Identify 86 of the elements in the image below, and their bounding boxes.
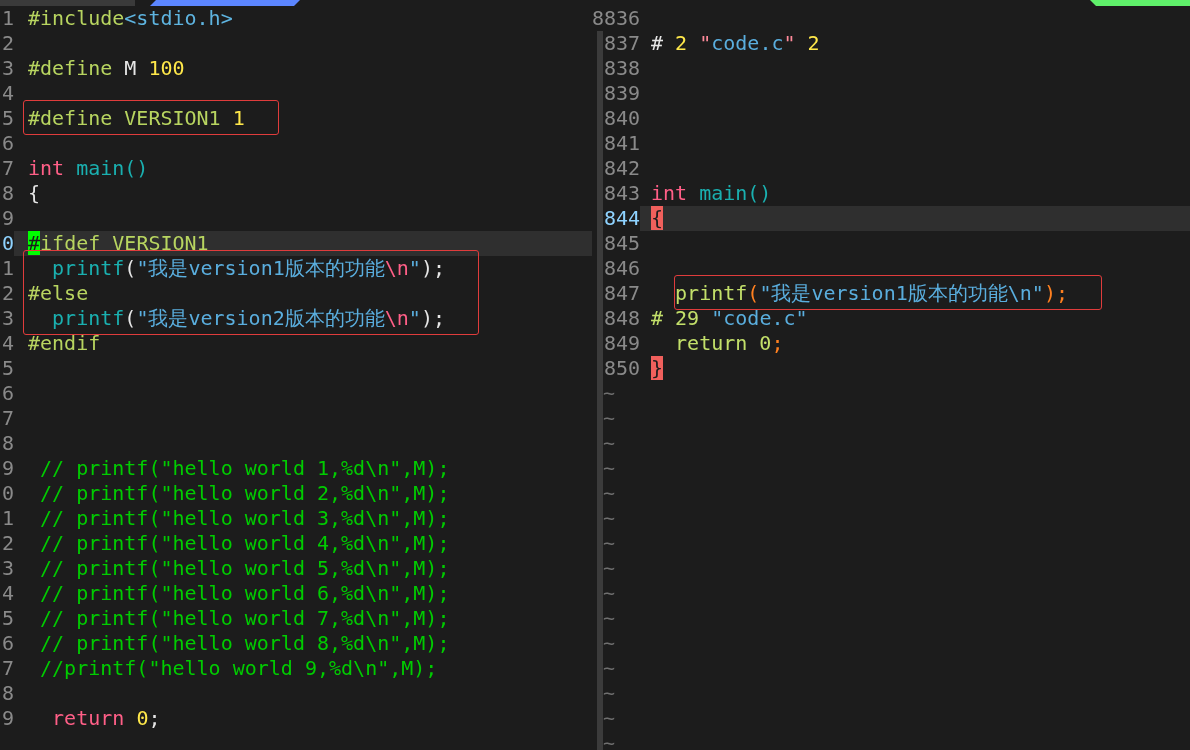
line-number: 1 xyxy=(0,506,14,531)
filler-tilde: ~ xyxy=(602,631,616,656)
line-number: 1 xyxy=(0,6,14,31)
filler-tilde: ~ xyxy=(602,556,616,581)
line-number: 4 xyxy=(0,581,14,606)
filler-tilde: ~ xyxy=(602,431,616,456)
line-number: 850 xyxy=(602,356,640,381)
code-line: printf("我是version2版本的功能\n"); xyxy=(51,306,445,331)
code-line: int main() xyxy=(651,181,772,206)
filler-tilde: ~ xyxy=(602,581,616,606)
line-number: 6 xyxy=(0,131,14,156)
line-number: 5 xyxy=(0,606,14,631)
line-number: 8836 xyxy=(592,6,640,31)
code-line: // printf("hello world 6,%d\n",M); xyxy=(39,581,450,606)
code-line: #define VERSION1 1 xyxy=(28,106,245,131)
code-line: { xyxy=(28,181,41,206)
filler-tilde: ~ xyxy=(602,481,616,506)
code-line: # 2 "code.c" 2 xyxy=(651,31,820,56)
code-line: int main() xyxy=(28,156,149,181)
filler-tilde: ~ xyxy=(602,706,616,731)
line-number: 840 xyxy=(602,106,640,131)
code-line: # 29 "code.c" xyxy=(651,306,808,331)
line-number: 837 xyxy=(602,31,640,56)
line-number: 0 xyxy=(0,231,14,256)
code-line: //printf("hello world 9,%d\n",M); xyxy=(39,656,438,681)
buffers-tab[interactable] xyxy=(1090,0,1190,6)
filler-tilde: ~ xyxy=(602,681,616,706)
line-number: 844 xyxy=(602,206,640,231)
filler-tilde: ~ xyxy=(602,381,616,406)
filler-tilde: ~ xyxy=(602,606,616,631)
filler-tilde: ~ xyxy=(602,506,616,531)
line-number: 848 xyxy=(602,306,640,331)
filler-tilde: ~ xyxy=(602,531,616,556)
line-number: 1 xyxy=(0,256,14,281)
code-line: // printf("hello world 8,%d\n",M); xyxy=(39,631,450,656)
code-line: // printf("hello world 1,%d\n",M); xyxy=(39,456,450,481)
filler-tilde: ~ xyxy=(602,731,616,750)
line-number: 7 xyxy=(0,156,14,181)
line-number: 8 xyxy=(0,681,14,706)
line-number: 842 xyxy=(602,156,640,181)
line-number: 9 xyxy=(0,206,14,231)
line-number: 7 xyxy=(0,656,14,681)
line-number: 846 xyxy=(602,256,640,281)
line-number: 5 xyxy=(0,106,14,131)
line-number: 839 xyxy=(602,81,640,106)
line-number: 6 xyxy=(0,631,14,656)
filler-tilde: ~ xyxy=(602,656,616,681)
line-number: 3 xyxy=(0,56,14,81)
line-number: 7 xyxy=(0,406,14,431)
line-number: 4 xyxy=(0,81,14,106)
filler-tilde: ~ xyxy=(602,456,616,481)
line-number: 6 xyxy=(0,381,14,406)
line-number: 9 xyxy=(0,706,14,731)
line-number: 8 xyxy=(0,431,14,456)
line-number: 841 xyxy=(602,131,640,156)
code-line: // printf("hello world 5,%d\n",M); xyxy=(39,556,450,581)
line-number: 2 xyxy=(0,281,14,306)
code-line: // printf("hello world 2,%d\n",M); xyxy=(39,481,450,506)
code-line: #else xyxy=(28,281,89,306)
code-line: #define M 100 xyxy=(28,56,185,81)
line-number: 2 xyxy=(0,31,14,56)
code-line: printf("我是version1版本的功能\n"); xyxy=(51,256,445,281)
line-number: 2 xyxy=(0,531,14,556)
line-number: 845 xyxy=(602,231,640,256)
code-line: return 0; xyxy=(51,706,161,731)
line-number: 838 xyxy=(602,56,640,81)
line-number: 3 xyxy=(0,306,14,331)
line-number: 4 xyxy=(0,331,14,356)
code-line: printf("我是version1版本的功能\n"); xyxy=(674,281,1068,306)
tab[interactable] xyxy=(150,0,300,6)
code-line: // printf("hello world 3,%d\n",M); xyxy=(39,506,450,531)
line-number: 5 xyxy=(0,356,14,381)
line-number: 849 xyxy=(602,331,640,356)
line-number: 9 xyxy=(0,456,14,481)
filler-tilde: ~ xyxy=(602,406,616,431)
code-line: // printf("hello world 7,%d\n",M); xyxy=(39,606,450,631)
code-line: return 0; xyxy=(674,331,784,356)
code-line: #include<stdio.h> xyxy=(28,6,233,31)
code-line: // printf("hello world 4,%d\n",M); xyxy=(39,531,450,556)
code-line: #ifdef VERSION1 xyxy=(28,231,209,256)
line-number: 843 xyxy=(602,181,640,206)
code-line: #endif xyxy=(28,331,101,356)
line-number: 8 xyxy=(0,181,14,206)
line-number: 3 xyxy=(0,556,14,581)
line-number: 847 xyxy=(602,281,640,306)
line-number: 0 xyxy=(0,481,14,506)
